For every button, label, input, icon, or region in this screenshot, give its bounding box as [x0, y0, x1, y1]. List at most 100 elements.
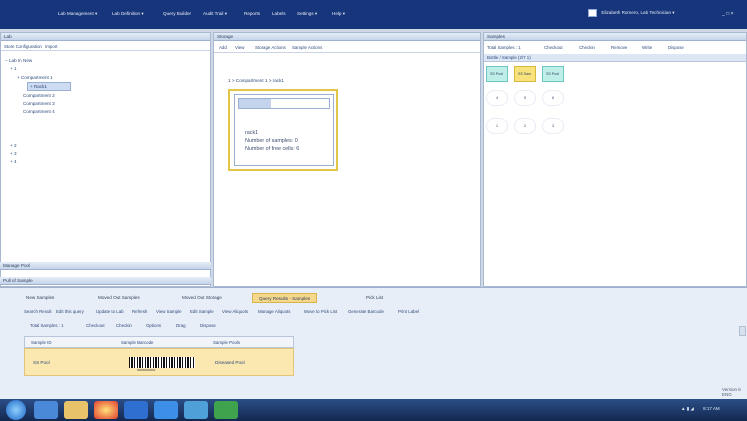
rack-card-inner: rack1 Number of samples: 0 Number of fre…	[234, 94, 334, 166]
tree-node-rack1[interactable]: + Rack1	[30, 84, 47, 89]
app-icon[interactable]	[124, 401, 148, 419]
tab-moved-out-storage[interactable]: Moved Out Storage	[176, 293, 228, 303]
import-button[interactable]: Import	[45, 44, 57, 49]
remove-button[interactable]: Remove	[611, 45, 627, 50]
edit-sample-button[interactable]: Edit Sample	[190, 309, 214, 314]
view-sample-button[interactable]: View Sample	[156, 309, 182, 314]
rack-sample-count: Number of samples: 0	[245, 138, 298, 144]
tree-node-3[interactable]: + 3	[10, 151, 17, 156]
edit-query-button[interactable]: Edit this query	[56, 309, 84, 314]
tree-node-2[interactable]: + 2	[10, 143, 17, 148]
results-panel: New Samples Moved Out Samples Moved Out …	[0, 287, 747, 399]
store-configuration-button[interactable]: Store Configuration	[4, 44, 42, 49]
os-taskbar: ▲ ▮ ◢ 8:17 AM	[0, 399, 747, 421]
storage-actions-button[interactable]: Storage Actions	[255, 45, 286, 50]
menu-labels[interactable]: Labels	[272, 11, 286, 16]
cell-sample-id: SS Pool	[33, 360, 50, 365]
app-menubar: Lab Management ▾ Lab Definition ▾ Query …	[0, 0, 747, 29]
sample-cell[interactable]: SS Pool	[486, 66, 508, 82]
dispose-button[interactable]: Dispose	[668, 45, 684, 50]
system-tray[interactable]: ▲ ▮ ◢ 8:17 AM	[681, 406, 720, 412]
tree-node-compartment-4[interactable]: Compartment 4	[23, 109, 55, 114]
user-icon	[588, 9, 597, 17]
pull-of-sample-bar[interactable]: Pull of Sample	[0, 277, 211, 285]
tree-node-compartment-2[interactable]: Compartment 2	[23, 93, 55, 98]
chrome-icon[interactable]	[94, 401, 118, 419]
tree-node-compartment-1[interactable]: + Compartment 1	[17, 75, 53, 80]
checkin-button[interactable]: Checkin	[579, 45, 595, 50]
window-controls[interactable]: _ □ ×	[722, 11, 734, 17]
rack-card[interactable]: rack1 Number of samples: 0 Number of fre…	[228, 89, 338, 171]
samples-panel-title: Samples	[484, 33, 746, 41]
move-to-pick-list-button[interactable]: Move to Pick List	[304, 309, 337, 314]
view-aliquots-button[interactable]: View Aliquots	[222, 309, 248, 314]
menu-help[interactable]: Help ▾	[332, 11, 345, 17]
generate-barcode-button[interactable]: Generate Barcode	[348, 309, 384, 314]
total-samples-count: Total Samples : 1	[30, 323, 64, 328]
menu-reports[interactable]: Reports	[244, 11, 260, 16]
sample-actions-button[interactable]: Sample Actions	[292, 45, 322, 50]
excel-icon[interactable]	[214, 401, 238, 419]
checkin-action[interactable]: Checkin	[116, 323, 132, 328]
print-label-button[interactable]: Print Label	[398, 309, 419, 314]
column-sample-pools[interactable]: Sample Pools	[213, 340, 240, 345]
checkout-button[interactable]: Checkout	[544, 45, 563, 50]
view-button[interactable]: View	[235, 45, 244, 50]
tree-node-4[interactable]: + 4	[10, 159, 17, 164]
menu-settings[interactable]: Settings ▾	[297, 11, 317, 17]
menu-lab-definition[interactable]: Lab Definition ▾	[112, 11, 144, 17]
grid-label: Bottle / Sample (2/7 1)	[487, 55, 531, 60]
version-label: Version 6 ENG	[722, 387, 741, 397]
refresh-button[interactable]: Refresh	[132, 309, 147, 314]
internet-explorer-icon[interactable]	[34, 401, 58, 419]
checkout-action[interactable]: Checkout	[86, 323, 105, 328]
tab-pick-list[interactable]: Pick List	[360, 293, 389, 303]
rack-free-cells: Number of free cells: 6	[245, 146, 300, 152]
sample-cell-selected[interactable]: SS Sam	[514, 66, 536, 82]
empty-cell[interactable]: 4	[486, 90, 508, 106]
empty-cell[interactable]: 5	[514, 90, 536, 106]
word-icon[interactable]	[184, 401, 208, 419]
drag-action[interactable]: Drag	[176, 323, 186, 328]
empty-cell[interactable]: 6	[542, 90, 564, 106]
user-menu[interactable]: Elizabeth Romero, Lab Technician ▾	[588, 9, 675, 19]
add-button[interactable]: Add	[219, 45, 227, 50]
menu-lab-management[interactable]: Lab Management ▾	[58, 11, 97, 17]
rack-occupancy-bar	[238, 98, 330, 109]
manage-aliquots-button[interactable]: Manage Aliquots	[258, 309, 290, 314]
tab-moved-out-samples[interactable]: Moved Out Samples	[92, 293, 146, 303]
empty-cell[interactable]: 2	[514, 118, 536, 134]
barcode-digits: 00000000001	[137, 368, 156, 372]
network-icon: ▲ ▮ ◢	[681, 406, 694, 411]
toolbar-divider	[214, 52, 480, 53]
menu-audit-trail[interactable]: Audit Trail ▾	[203, 11, 227, 17]
tree-root[interactable]: − Lab In New	[5, 58, 32, 63]
manage-pool-bar[interactable]: Manage Pool	[0, 262, 211, 270]
sample-cell[interactable]: SS Pool	[542, 66, 564, 82]
options-action[interactable]: Options	[146, 323, 161, 328]
tab-new-samples[interactable]: New Samples	[20, 293, 60, 303]
tree-node-compartment-3[interactable]: Compartment 3	[23, 101, 55, 106]
start-button-icon[interactable]	[6, 400, 26, 420]
rack-name: rack1	[245, 130, 259, 136]
menu-query-builder[interactable]: Query Builder	[163, 11, 191, 16]
file-explorer-icon[interactable]	[64, 401, 88, 419]
dispose-action[interactable]: Dispose	[200, 323, 216, 328]
write-button[interactable]: Write	[642, 45, 652, 50]
update-to-lab-button[interactable]: Update to Lab	[96, 309, 124, 314]
empty-cell[interactable]: 3	[542, 118, 564, 134]
storage-breadcrumb: 1 > Compartment 1 > rack1	[228, 78, 284, 83]
results-table-header: Sample ID Sample Barcode Sample Pools	[24, 336, 294, 348]
empty-cell[interactable]: 1	[486, 118, 508, 134]
total-samples-label: Total Samples : 1	[487, 45, 521, 50]
sample-grid: SS Pool SS Sam SS Pool 4 5 6 1 2 3	[486, 66, 568, 150]
table-row[interactable]: SS Pool 00000000001 Diseased Pool	[24, 348, 294, 376]
tree-node-1[interactable]: + 1	[10, 66, 17, 71]
column-sample-barcode[interactable]: Sample Barcode	[121, 340, 153, 345]
tab-query-results-samples[interactable]: Query Results - Samples	[252, 293, 318, 303]
grid-header: Bottle / Sample (2/7 1)	[484, 54, 746, 62]
search-result-button[interactable]: Search Result	[24, 309, 52, 314]
column-sample-id[interactable]: Sample ID	[31, 340, 52, 345]
scroll-handle[interactable]	[739, 326, 746, 336]
outlook-icon[interactable]	[154, 401, 178, 419]
